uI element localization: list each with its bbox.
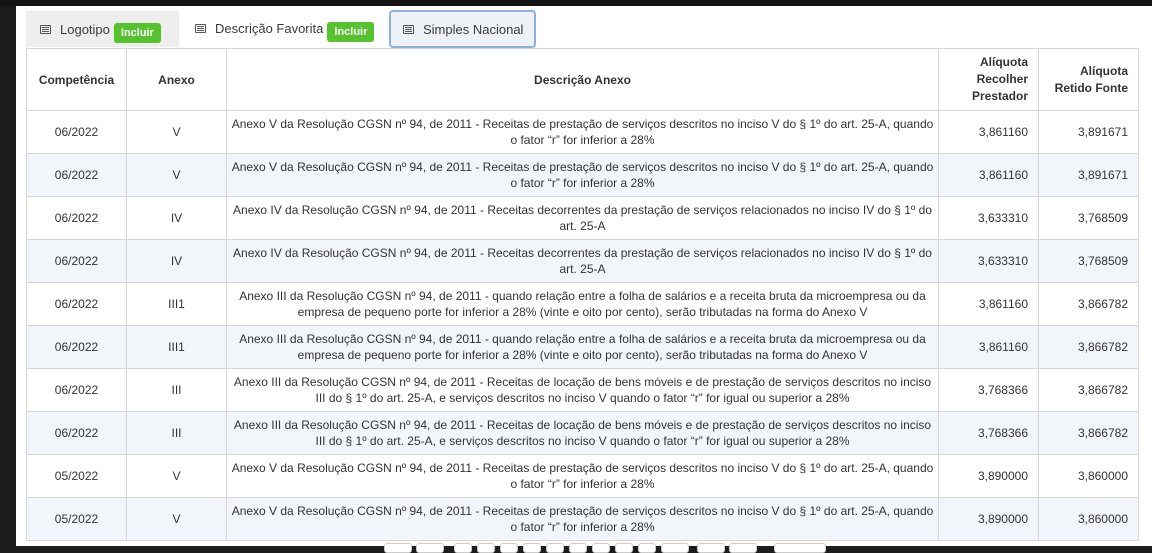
cell-aliquota-recolher-prestador: 3,890000 [938,497,1039,541]
table-row[interactable]: 06/2022 III1 Anexo III da Resolução CGSN n… [26,282,1139,326]
table-row[interactable]: 05/2022 V Anexo V da Resolução CGSN nº 94,… [26,454,1139,498]
cell-aliquota-retido-fonte: 3,866782 [1038,368,1139,412]
cell-competencia: 06/2022 [26,110,127,154]
table-row[interactable]: 06/2022 III Anexo III da Resolução CGSN nº… [26,411,1139,455]
table-row[interactable]: 06/2022 III1 Anexo III da Resolução CGSN n… [26,325,1139,369]
header-anexo[interactable]: Anexo [126,48,227,111]
cell-descricao-anexo: Anexo V da Resolução CGSN nº 94, de 2011… [226,497,939,541]
cell-anexo: III1 [126,282,227,326]
tab-logotipo[interactable]: Logotipo Incluir [26,11,179,47]
cell-competencia: 05/2022 [26,497,127,541]
tab-label: Simples Nacional [423,21,524,37]
page-button[interactable] [729,543,757,553]
page-button[interactable] [615,543,633,553]
cell-competencia: 06/2022 [26,411,127,455]
cell-anexo: V [126,110,227,154]
cell-aliquota-recolher-prestador: 3,861160 [938,110,1039,154]
cell-anexo: V [126,153,227,197]
cell-aliquota-retido-fonte: 3,866782 [1038,411,1139,455]
cell-descricao-anexo: Anexo V da Resolução CGSN nº 94, de 2011… [226,153,939,197]
tab-descricao-favorita[interactable]: Descrição Favorita Incluir [181,10,376,46]
cell-aliquota-retido-fonte: 3,866782 [1038,325,1139,369]
header-aliquota-recolher-prestador[interactable]: Alíquota Recolher Prestador [938,48,1039,111]
page-button[interactable] [477,543,495,553]
header-competencia[interactable]: Competência [26,48,127,111]
page-button[interactable] [523,543,541,553]
cell-competencia: 06/2022 [26,153,127,197]
cell-aliquota-retido-fonte: 3,860000 [1038,497,1139,541]
cell-anexo: V [126,497,227,541]
table-row[interactable]: 06/2022 IV Anexo IV da Resolução CGSN nº 9… [26,239,1139,283]
page-button[interactable] [416,543,444,553]
cell-competencia: 05/2022 [26,454,127,498]
cell-anexo: III1 [126,325,227,369]
page-button[interactable] [661,543,689,553]
incluir-badge-logotipo[interactable]: Incluir [113,23,161,43]
cell-aliquota-recolher-prestador: 3,861160 [938,153,1039,197]
page-button[interactable] [697,543,725,553]
list-icon [40,24,51,34]
table-row[interactable]: 05/2022 V Anexo V da Resolução CGSN nº 94,… [26,497,1139,541]
cell-aliquota-retido-fonte: 3,768509 [1038,239,1139,283]
cell-descricao-anexo: Anexo III da Resolução CGSN nº 94, de 20… [226,411,939,455]
cell-aliquota-recolher-prestador: 3,890000 [938,454,1039,498]
cell-descricao-anexo: Anexo IV da Resolução CGSN nº 94, de 201… [226,196,939,240]
cell-competencia: 06/2022 [26,368,127,412]
cell-anexo: III [126,411,227,455]
header-descricao-anexo[interactable]: Descrição Anexo [226,48,939,111]
cell-aliquota-retido-fonte: 3,866782 [1038,282,1139,326]
cell-competencia: 06/2022 [26,282,127,326]
page-button[interactable] [454,543,472,553]
page-button[interactable] [638,543,656,553]
content-panel: Logotipo Incluir Descrição Favorita Incl… [16,6,1152,553]
cell-competencia: 06/2022 [26,325,127,369]
cell-anexo: IV [126,239,227,283]
page-button[interactable] [500,543,518,553]
cell-aliquota-retido-fonte: 3,768509 [1038,196,1139,240]
page-button[interactable] [569,543,587,553]
cell-descricao-anexo: Anexo V da Resolução CGSN nº 94, de 2011… [226,454,939,498]
cell-aliquota-recolher-prestador: 3,861160 [938,325,1039,369]
cell-aliquota-recolher-prestador: 3,633310 [938,239,1039,283]
page-size-select[interactable] [774,543,826,553]
list-icon [403,24,414,34]
cell-aliquota-retido-fonte: 3,891671 [1038,110,1139,154]
cell-descricao-anexo: Anexo V da Resolução CGSN nº 94, de 2011… [226,110,939,154]
table-row[interactable]: 06/2022 III Anexo III da Resolução CGSN nº… [26,368,1139,412]
page-button[interactable] [546,543,564,553]
cell-descricao-anexo: Anexo IV da Resolução CGSN nº 94, de 201… [226,239,939,283]
cell-anexo: IV [126,196,227,240]
cell-aliquota-recolher-prestador: 3,861160 [938,282,1039,326]
tab-simples-nacional[interactable]: Simples Nacional [389,10,536,48]
list-icon [195,23,206,33]
cell-anexo: V [126,454,227,498]
cell-anexo: III [126,368,227,412]
table-row[interactable]: 06/2022 V Anexo V da Resolução CGSN nº 94,… [26,153,1139,197]
incluir-badge-descricao[interactable]: Incluir [327,22,375,42]
page-button[interactable] [592,543,610,553]
tab-label: Descrição Favorita [215,20,324,36]
cell-competencia: 06/2022 [26,239,127,283]
cell-competencia: 06/2022 [26,196,127,240]
header-aliquota-retido-fonte[interactable]: Alíquota Retido Fonte [1038,48,1139,111]
table-row[interactable]: 06/2022 V Anexo V da Resolução CGSN nº 94,… [26,110,1139,154]
simples-nacional-table: Competência Anexo Descrição Anexo Alíquo… [26,48,1139,541]
cell-aliquota-recolher-prestador: 3,633310 [938,196,1039,240]
cell-descricao-anexo: Anexo III da Resolução CGSN nº 94, de 20… [226,368,939,412]
cell-aliquota-recolher-prestador: 3,768366 [938,368,1039,412]
page-button[interactable] [384,543,412,553]
cell-descricao-anexo: Anexo III da Resolução CGSN nº 94, de 20… [226,325,939,369]
cell-aliquota-retido-fonte: 3,891671 [1038,153,1139,197]
table-header-row: Competência Anexo Descrição Anexo Alíquo… [26,48,1139,111]
table-row[interactable]: 06/2022 IV Anexo IV da Resolução CGSN nº 9… [26,196,1139,240]
cell-aliquota-recolher-prestador: 3,768366 [938,411,1039,455]
cell-aliquota-retido-fonte: 3,860000 [1038,454,1139,498]
tab-label: Logotipo [60,21,110,37]
cell-descricao-anexo: Anexo III da Resolução CGSN nº 94, de 20… [226,282,939,326]
